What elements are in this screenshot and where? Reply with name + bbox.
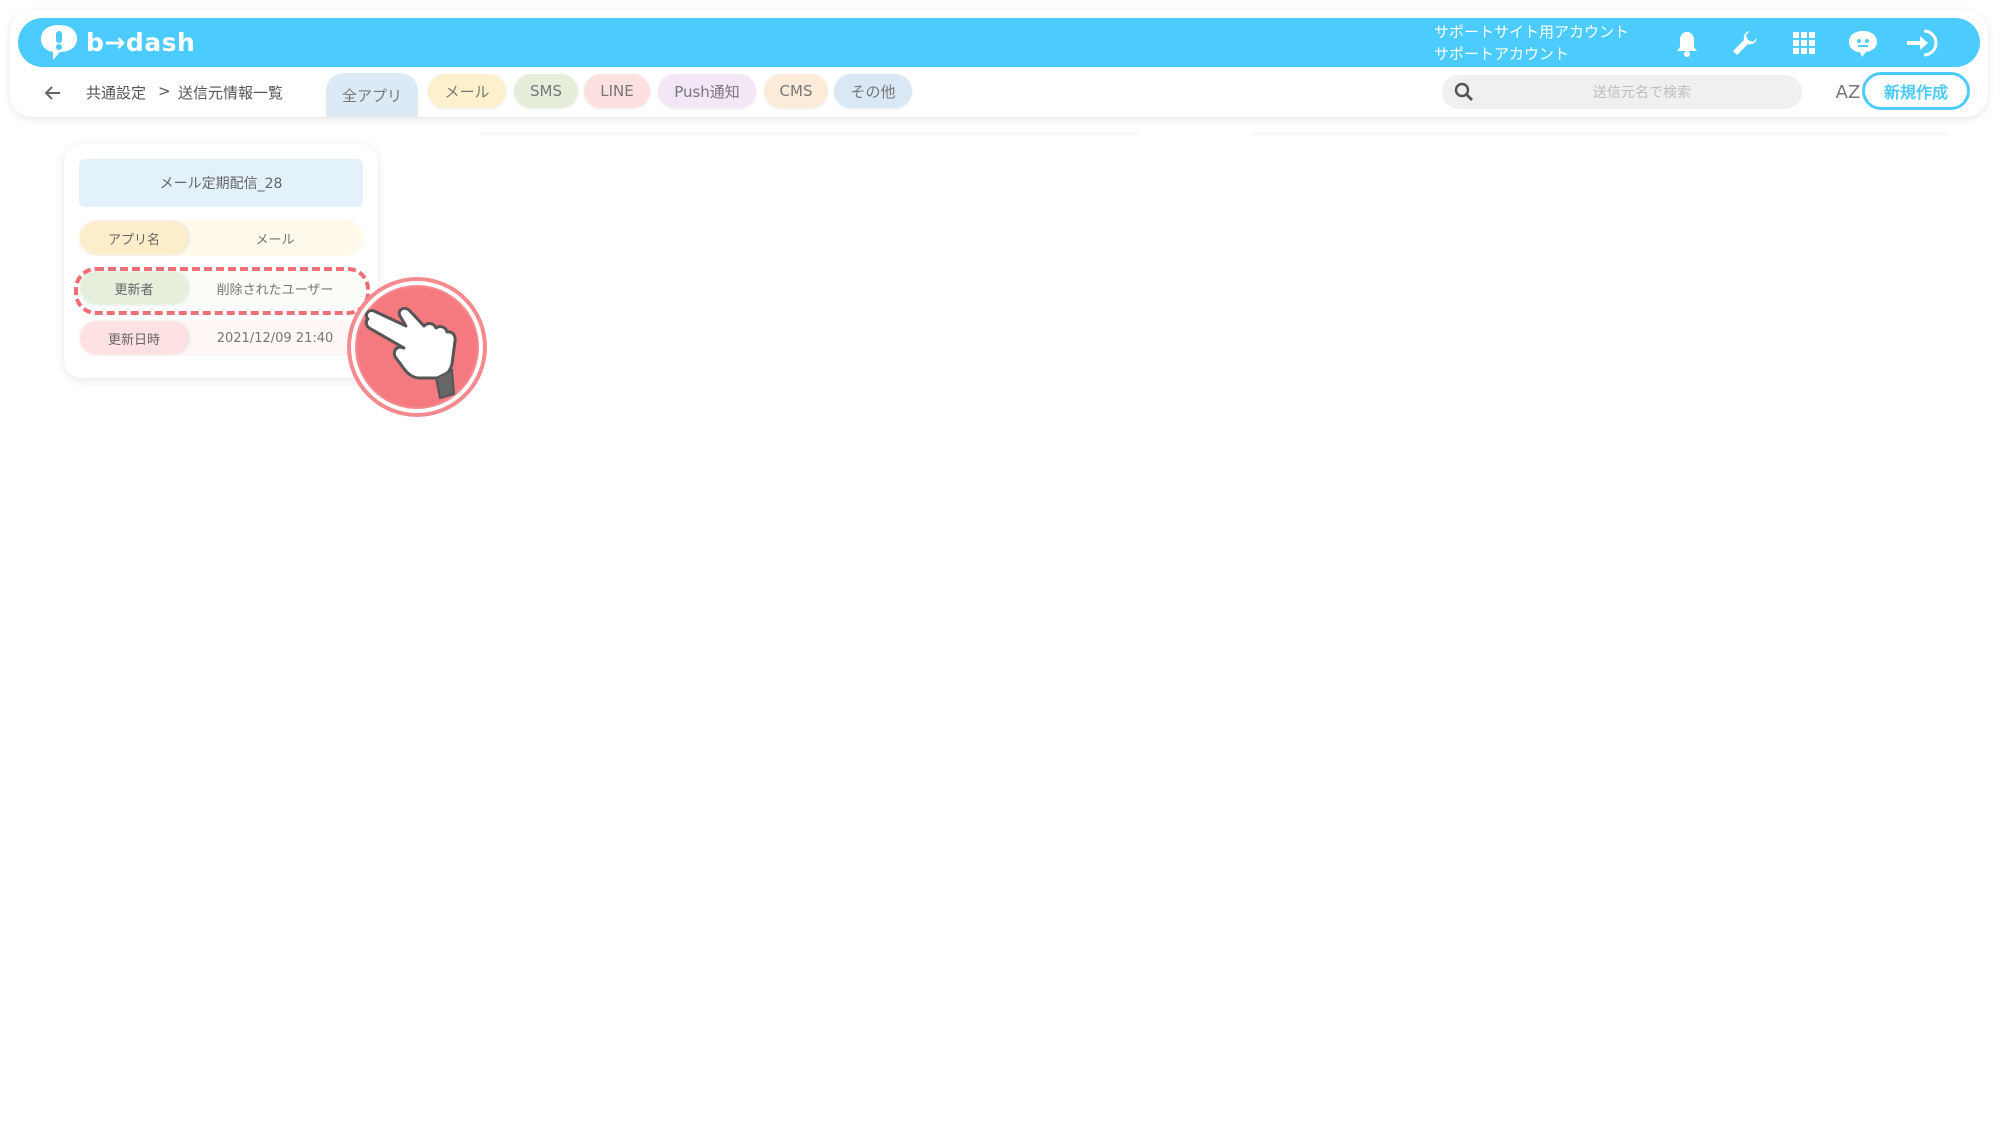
breadcrumb-separator: > <box>158 82 171 100</box>
tab-push[interactable]: Push通知 <box>658 74 756 108</box>
brand-logo[interactable]: b→dash <box>38 22 195 62</box>
tab-all-apps[interactable]: 全アプリ <box>326 73 418 117</box>
tab-other[interactable]: その他 <box>834 74 912 108</box>
tab-sms[interactable]: SMS <box>514 74 578 108</box>
card-row-updated-by: 更新者 削除されたユーザー <box>78 270 364 306</box>
account-site-name: サポートサイト用アカウント <box>1434 23 1630 41</box>
arrow-left-icon[interactable] <box>38 78 68 108</box>
apps-grid-icon[interactable] <box>1785 24 1823 62</box>
tab-line[interactable]: LINE <box>584 74 650 108</box>
chat-bot-icon[interactable] <box>1844 24 1882 62</box>
sender-info-card[interactable]: メール定期配信_28 アプリ名 メール 更新者 削除されたユーザー 更新日時 2… <box>64 144 378 378</box>
row-label: 更新日時 <box>80 322 188 354</box>
card-row-app-name: アプリ名 メール <box>78 220 364 256</box>
card-row-updated-at: 更新日時 2021/12/09 21:40 <box>78 320 364 356</box>
sub-navigation-bar: 共通設定 > 送信元情報一覧 全アプリ メール SMS LINE Push通知 … <box>18 70 1980 117</box>
tab-mail[interactable]: メール <box>428 74 506 108</box>
breadcrumb-current: 送信元情報一覧 <box>178 84 284 102</box>
new-create-button[interactable]: 新規作成 <box>1862 72 1970 110</box>
wrench-icon[interactable] <box>1726 24 1764 62</box>
search-icon <box>1454 82 1473 101</box>
brand-name: b→dash <box>86 27 196 57</box>
account-info[interactable]: サポートサイト用アカウント サポートアカウント <box>1434 21 1629 65</box>
pointing-hand-icon <box>347 277 487 417</box>
bell-icon[interactable] <box>1668 24 1706 62</box>
divider <box>1250 132 1950 138</box>
card-title: メール定期配信_28 <box>79 159 363 207</box>
row-value: メール <box>255 232 295 248</box>
tab-cms[interactable]: CMS <box>764 74 828 108</box>
account-user-name: サポートアカウント <box>1434 45 1570 63</box>
search-input[interactable] <box>1490 75 1794 111</box>
top-navigation-bar: b→dash サポートサイト用アカウント サポートアカウント <box>18 18 1980 67</box>
logo-bubble-icon <box>41 25 77 60</box>
row-label: 更新者 <box>80 272 188 304</box>
row-label: アプリ名 <box>80 222 188 254</box>
row-value: 削除されたユーザー <box>216 282 334 298</box>
search-box[interactable] <box>1442 75 1802 111</box>
divider <box>480 132 1140 138</box>
row-value: 2021/12/09 21:40 <box>216 330 334 346</box>
logout-icon[interactable] <box>1902 24 1940 62</box>
breadcrumb-parent[interactable]: 共通設定 <box>86 82 146 103</box>
